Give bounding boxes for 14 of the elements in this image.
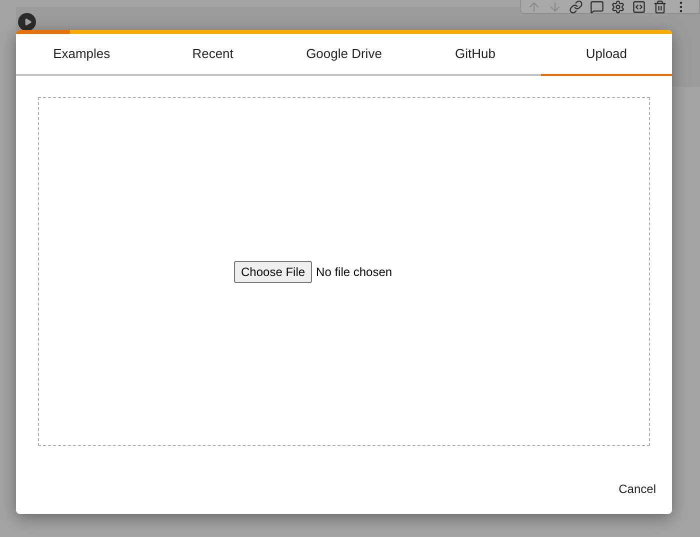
tab[interactable]: Google Drive xyxy=(278,34,410,76)
comment-icon[interactable] xyxy=(590,0,604,14)
settings-icon[interactable] xyxy=(611,0,625,14)
trash-icon[interactable] xyxy=(653,0,667,14)
link-icon[interactable] xyxy=(569,0,583,14)
tab[interactable]: GitHub xyxy=(410,34,541,76)
tab[interactable]: Examples xyxy=(16,34,148,76)
play-icon xyxy=(24,18,32,26)
file-status: No file chosen xyxy=(316,264,392,280)
tab[interactable]: Upload xyxy=(540,34,672,76)
code-square-icon[interactable] xyxy=(632,0,646,14)
cancel-button[interactable]: Cancel xyxy=(616,480,658,498)
tab[interactable]: Recent xyxy=(147,34,278,76)
choose-file-button[interactable]: Choose File xyxy=(234,260,312,282)
